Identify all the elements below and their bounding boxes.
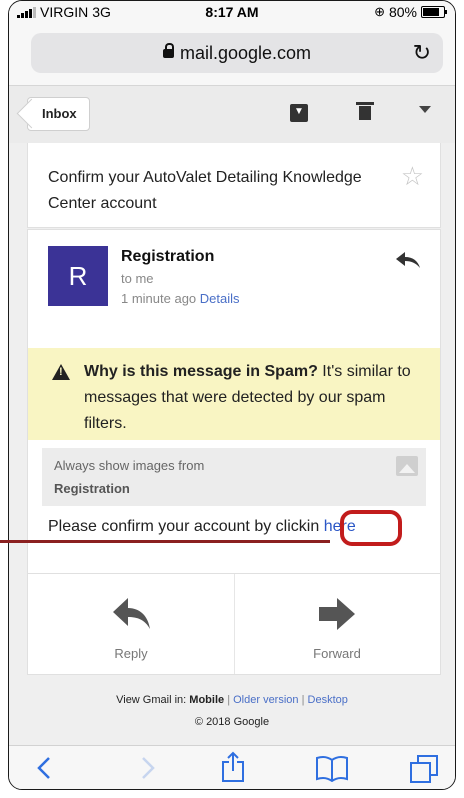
spam-heading: Why is this message in Spam? xyxy=(84,363,318,380)
desktop-link[interactable]: Desktop xyxy=(308,694,348,706)
forward-label: Forward xyxy=(313,646,361,661)
email-subject: Confirm your AutoValet Detailing Knowled… xyxy=(48,169,362,212)
view-mode-row: View Gmail in: Mobile | Older version | … xyxy=(116,694,348,706)
annotation-pointer-line xyxy=(0,540,330,543)
reply-arrow-icon xyxy=(113,598,150,629)
rotation-lock-icon: ⊕ xyxy=(374,4,385,19)
star-icon[interactable]: ☆ xyxy=(401,161,424,192)
battery-icon xyxy=(421,6,447,18)
email-view: Confirm your AutoValet Detailing Knowled… xyxy=(9,143,455,745)
timestamp: 1 minute ago xyxy=(121,291,197,306)
trash-icon[interactable] xyxy=(356,102,374,120)
subject-card: Confirm your AutoValet Detailing Knowled… xyxy=(27,143,441,228)
older-version-link[interactable]: Older version xyxy=(233,694,298,706)
phone-frame: VIRGIN 3G 8:17 AM ⊕ 80% mail.google.com … xyxy=(8,0,456,790)
image-icon xyxy=(396,456,418,476)
show-images-box[interactable]: Always show images from Registration xyxy=(42,448,426,506)
reload-icon[interactable]: ↻ xyxy=(413,40,431,66)
forward-button[interactable]: Forward xyxy=(234,574,440,674)
email-body-text: Please confirm your account by clickin h… xyxy=(48,518,356,536)
copyright: © 2018 Google xyxy=(194,716,270,728)
recipient-text: to me xyxy=(121,271,154,286)
show-images-label: Always show images from xyxy=(54,458,205,473)
url-display[interactable]: mail.google.com xyxy=(31,43,443,64)
lock-icon xyxy=(162,43,174,58)
view-in-label: View Gmail in: xyxy=(116,694,187,706)
battery-info: ⊕ 80% xyxy=(374,4,447,20)
warning-icon xyxy=(52,364,70,380)
tabs-icon[interactable] xyxy=(409,754,439,784)
actions-card: Reply Forward xyxy=(27,573,441,675)
timestamp-row: 1 minute ago Details xyxy=(121,291,240,306)
inbox-label: Inbox xyxy=(42,106,77,121)
reply-icon[interactable] xyxy=(394,250,422,270)
back-icon[interactable] xyxy=(33,754,57,782)
url-field[interactable]: mail.google.com ↻ xyxy=(31,33,443,73)
annotation-highlight-circle xyxy=(340,510,402,546)
forward-arrow-icon xyxy=(319,598,355,630)
address-bar: mail.google.com ↻ xyxy=(9,23,455,85)
url-text: mail.google.com xyxy=(179,43,312,63)
reply-label: Reply xyxy=(114,646,148,661)
spam-warning-text: Why is this message in Spam? It's simila… xyxy=(84,359,424,437)
archive-icon[interactable] xyxy=(290,104,308,122)
forward-nav-icon[interactable] xyxy=(135,754,159,782)
mail-toolbar: Inbox xyxy=(9,85,455,145)
back-to-inbox-button[interactable]: Inbox xyxy=(27,97,90,131)
share-icon[interactable] xyxy=(220,751,246,783)
spam-warning: Why is this message in Spam? It's simila… xyxy=(28,348,440,440)
reply-button[interactable]: Reply xyxy=(28,574,235,674)
browser-bottom-bar xyxy=(9,745,455,789)
details-link[interactable]: Details xyxy=(200,291,240,306)
status-bar: VIRGIN 3G 8:17 AM ⊕ 80% xyxy=(9,1,455,23)
bookmarks-icon[interactable] xyxy=(315,754,349,782)
body-text: Please confirm your account by clickin xyxy=(48,518,320,535)
sender-name: Registration xyxy=(121,248,215,265)
gmail-footer: View Gmail in: Mobile | Older version | … xyxy=(9,691,455,731)
mobile-view: Mobile xyxy=(189,694,225,706)
battery-percent: 80% xyxy=(388,4,417,20)
avatar: R xyxy=(48,246,108,306)
dropdown-menu-icon[interactable] xyxy=(419,106,431,113)
show-images-sender: Registration xyxy=(54,481,130,496)
